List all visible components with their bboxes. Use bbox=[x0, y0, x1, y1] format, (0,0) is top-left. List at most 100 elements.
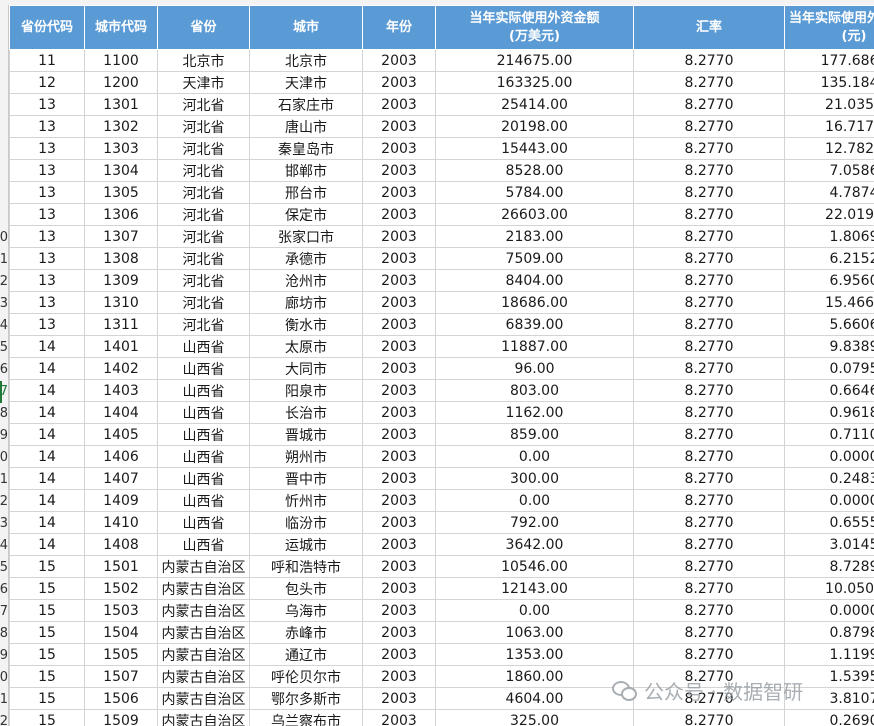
table-cell[interactable]: 河北省 bbox=[157, 115, 250, 138]
table-cell[interactable]: 1503 bbox=[84, 599, 158, 622]
table-cell[interactable]: 赤峰市 bbox=[249, 621, 363, 644]
table-cell[interactable]: 2003 bbox=[362, 269, 436, 292]
table-cell[interactable]: 1305 bbox=[84, 181, 158, 204]
table-cell[interactable]: 忻州市 bbox=[249, 489, 363, 512]
table-cell[interactable]: 天津市 bbox=[249, 71, 363, 94]
table-cell[interactable]: 1.8069 bbox=[784, 225, 874, 248]
table-cell[interactable]: 1509 bbox=[84, 709, 158, 726]
row-number[interactable]: 1 bbox=[0, 689, 8, 711]
table-cell[interactable]: 山西省 bbox=[157, 379, 250, 402]
table-cell[interactable]: 15 bbox=[9, 621, 85, 644]
table-cell[interactable]: 13 bbox=[9, 115, 85, 138]
table-cell[interactable]: 20198.00 bbox=[435, 115, 634, 138]
row-number[interactable]: 9 bbox=[0, 645, 8, 667]
table-cell[interactable]: 96.00 bbox=[435, 357, 634, 380]
table-cell[interactable]: 2183.00 bbox=[435, 225, 634, 248]
row-number[interactable] bbox=[0, 139, 8, 161]
table-cell[interactable]: 15 bbox=[9, 643, 85, 666]
table-cell[interactable]: 13 bbox=[9, 313, 85, 336]
table-cell[interactable]: 1506 bbox=[84, 687, 158, 710]
table-cell[interactable]: 河北省 bbox=[157, 203, 250, 226]
header-fdi-cny[interactable]: 当年实际使用外资金额(元) bbox=[784, 5, 874, 50]
table-cell[interactable]: 0.8798 bbox=[784, 621, 874, 644]
table-cell[interactable]: 1507 bbox=[84, 665, 158, 688]
table-cell[interactable]: 8.2770 bbox=[633, 247, 785, 270]
table-cell[interactable]: 1310 bbox=[84, 291, 158, 314]
row-number[interactable]: 9 bbox=[0, 425, 8, 447]
table-cell[interactable]: 内蒙古自治区 bbox=[157, 555, 250, 578]
table-cell[interactable]: 山西省 bbox=[157, 533, 250, 556]
table-cell[interactable]: 山西省 bbox=[157, 511, 250, 534]
table-cell[interactable]: 太原市 bbox=[249, 335, 363, 358]
table-cell[interactable]: 2003 bbox=[362, 357, 436, 380]
table-cell[interactable]: 14 bbox=[9, 423, 85, 446]
table-cell[interactable]: 乌海市 bbox=[249, 599, 363, 622]
table-cell[interactable]: 2003 bbox=[362, 379, 436, 402]
table-cell[interactable]: 792.00 bbox=[435, 511, 634, 534]
table-cell[interactable]: 河北省 bbox=[157, 93, 250, 116]
table-cell[interactable]: 163325.00 bbox=[435, 71, 634, 94]
table-cell[interactable]: 1063.00 bbox=[435, 621, 634, 644]
table-cell[interactable]: 呼伦贝尔市 bbox=[249, 665, 363, 688]
table-cell[interactable]: 8.2770 bbox=[633, 401, 785, 424]
table-cell[interactable]: 2003 bbox=[362, 137, 436, 160]
table-cell[interactable]: 8.2770 bbox=[633, 489, 785, 512]
table-cell[interactable]: 14 bbox=[9, 511, 85, 534]
table-cell[interactable]: 1402 bbox=[84, 357, 158, 380]
table-cell[interactable]: 2003 bbox=[362, 423, 436, 446]
table-cell[interactable]: 177.6865 bbox=[784, 49, 874, 72]
table-cell[interactable]: 4.7874 bbox=[784, 181, 874, 204]
table-cell[interactable]: 1401 bbox=[84, 335, 158, 358]
table-cell[interactable]: 13 bbox=[9, 269, 85, 292]
table-cell[interactable]: 0.6646 bbox=[784, 379, 874, 402]
table-cell[interactable]: 8.2770 bbox=[633, 159, 785, 182]
table-cell[interactable]: 8.2770 bbox=[633, 335, 785, 358]
table-cell[interactable]: 9.8389 bbox=[784, 335, 874, 358]
table-cell[interactable]: 秦皇岛市 bbox=[249, 137, 363, 160]
table-cell[interactable]: 内蒙古自治区 bbox=[157, 599, 250, 622]
table-cell[interactable]: 0.00 bbox=[435, 445, 634, 468]
row-number[interactable]: 0 bbox=[0, 667, 8, 689]
table-cell[interactable]: 2003 bbox=[362, 599, 436, 622]
table-cell[interactable]: 1410 bbox=[84, 511, 158, 534]
table-cell[interactable]: 135.1841 bbox=[784, 71, 874, 94]
row-number[interactable] bbox=[0, 51, 8, 73]
table-cell[interactable]: 2003 bbox=[362, 159, 436, 182]
table-cell[interactable]: 0.2690 bbox=[784, 709, 874, 726]
table-cell[interactable]: 11887.00 bbox=[435, 335, 634, 358]
table-cell[interactable]: 1403 bbox=[84, 379, 158, 402]
table-cell[interactable]: 河北省 bbox=[157, 181, 250, 204]
table-cell[interactable]: 2003 bbox=[362, 687, 436, 710]
table-cell[interactable]: 内蒙古自治区 bbox=[157, 665, 250, 688]
table-cell[interactable]: 包头市 bbox=[249, 577, 363, 600]
table-cell[interactable]: 临汾市 bbox=[249, 511, 363, 534]
table-cell[interactable]: 1309 bbox=[84, 269, 158, 292]
table-cell[interactable]: 2003 bbox=[362, 643, 436, 666]
table-cell[interactable]: 8.2770 bbox=[633, 313, 785, 336]
row-number[interactable]: 0 bbox=[0, 227, 8, 249]
table-cell[interactable]: 11 bbox=[9, 49, 85, 72]
table-cell[interactable]: 2003 bbox=[362, 555, 436, 578]
table-cell[interactable]: 10546.00 bbox=[435, 555, 634, 578]
table-cell[interactable]: 张家口市 bbox=[249, 225, 363, 248]
table-cell[interactable]: 0.2483 bbox=[784, 467, 874, 490]
table-cell[interactable]: 衡水市 bbox=[249, 313, 363, 336]
table-cell[interactable]: 通辽市 bbox=[249, 643, 363, 666]
table-cell[interactable]: 1162.00 bbox=[435, 401, 634, 424]
table-cell[interactable]: 内蒙古自治区 bbox=[157, 621, 250, 644]
table-cell[interactable]: 河北省 bbox=[157, 225, 250, 248]
row-number[interactable]: 2 bbox=[0, 491, 8, 513]
table-cell[interactable]: 天津市 bbox=[157, 71, 250, 94]
table-cell[interactable]: 7509.00 bbox=[435, 247, 634, 270]
row-number[interactable] bbox=[0, 205, 8, 227]
table-cell[interactable]: 2003 bbox=[362, 181, 436, 204]
table-cell[interactable]: 0.0000 bbox=[784, 445, 874, 468]
row-number[interactable]: 5 bbox=[0, 557, 8, 579]
table-cell[interactable]: 15443.00 bbox=[435, 137, 634, 160]
table-cell[interactable]: 8.2770 bbox=[633, 555, 785, 578]
table-cell[interactable]: 3.0145 bbox=[784, 533, 874, 556]
table-cell[interactable]: 8.2770 bbox=[633, 599, 785, 622]
table-cell[interactable]: 山西省 bbox=[157, 335, 250, 358]
table-cell[interactable]: 0.6555 bbox=[784, 511, 874, 534]
table-cell[interactable]: 6.2152 bbox=[784, 247, 874, 270]
